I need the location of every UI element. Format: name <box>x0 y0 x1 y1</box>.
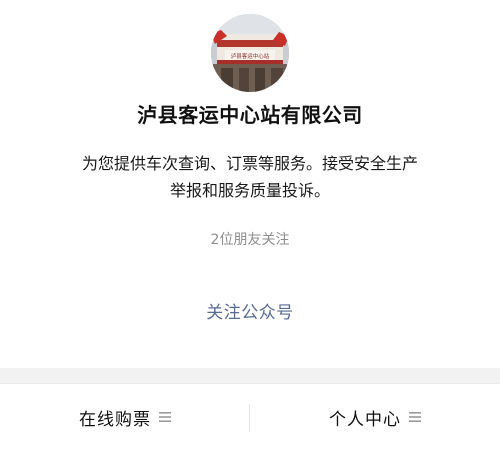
menu-item-label: 在线购票 <box>79 409 151 430</box>
section-divider <box>0 368 500 383</box>
menu-lines-icon <box>159 412 171 422</box>
account-profile-card: 泸县客运中心站 泸县客运中心站有限公司 为您提供车次查询、订票等服务。接受安全生… <box>0 0 500 368</box>
friends-following-count[interactable]: 2位朋友关注 <box>0 228 500 252</box>
avatar[interactable]: 泸县客运中心站 <box>211 14 289 92</box>
menu-item-label: 个人中心 <box>329 409 401 430</box>
avatar-sign-text: 泸县客运中心站 <box>231 52 270 60</box>
station-building-icon: 泸县客运中心站 <box>211 14 289 92</box>
follow-account-button[interactable]: 关注公众号 <box>180 295 320 331</box>
account-name: 泸县客运中心站有限公司 <box>137 103 363 127</box>
account-intro: 为您提供车次查询、订票等服务。接受安全生产 举报和服务质量投诉。 <box>40 150 460 204</box>
account-intro-line: 举报和服务质量投诉。 <box>169 181 330 200</box>
menu-lines-icon <box>409 412 421 422</box>
account-intro-line: 为您提供车次查询、订票等服务。接受安全生产 <box>81 154 418 173</box>
menu-item-online-ticketing[interactable]: 在线购票 <box>0 384 250 450</box>
bottom-menu-bar: 在线购票 个人中心 <box>0 383 500 458</box>
menu-item-personal-center[interactable]: 个人中心 <box>250 384 500 450</box>
